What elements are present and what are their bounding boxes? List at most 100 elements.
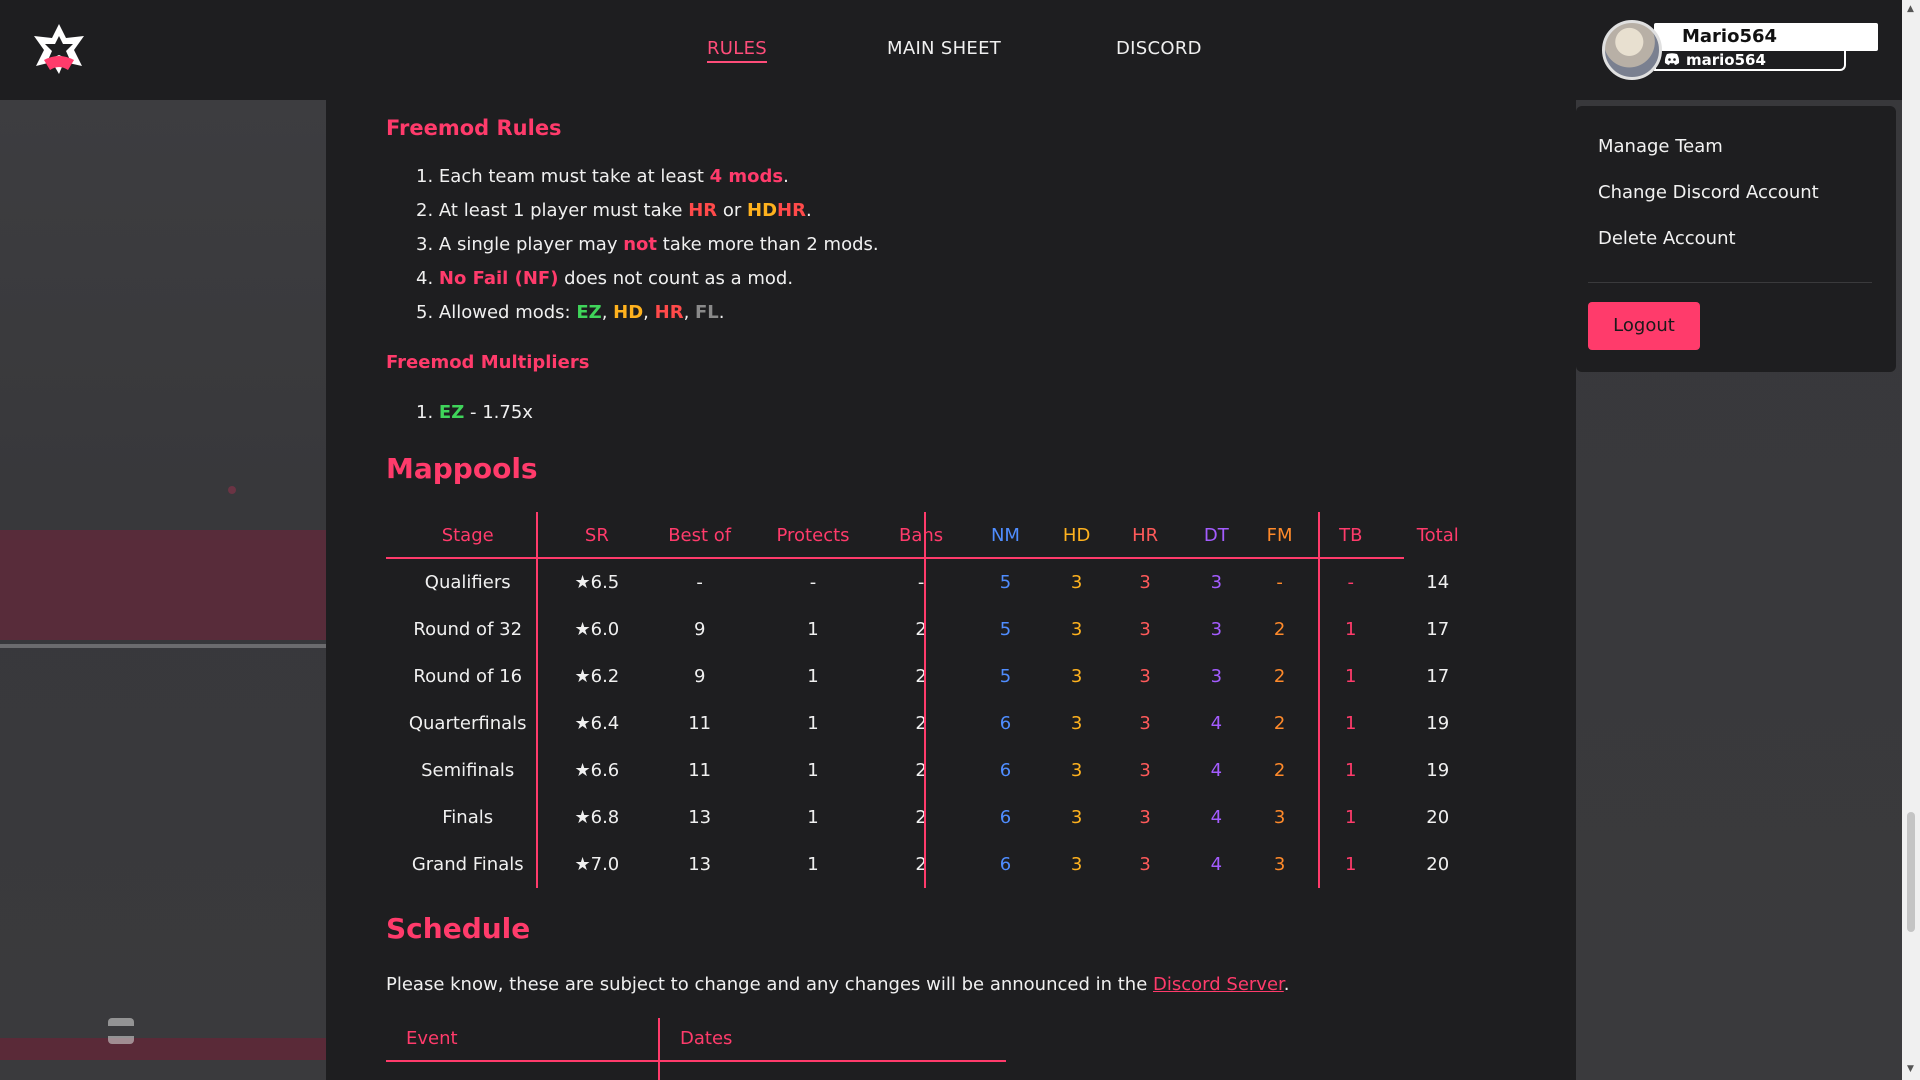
user-discord-badge: mario564 bbox=[1654, 51, 1846, 71]
list-item: 2. At least 1 player must take HR or HDH… bbox=[416, 200, 812, 221]
nav-rules[interactable]: RULES bbox=[707, 38, 768, 63]
cell-dt: 4 bbox=[1210, 807, 1223, 828]
cell-hr: 3 bbox=[1139, 713, 1151, 734]
cell-tb: - bbox=[1347, 572, 1355, 593]
list-item: 4. No Fail (NF) does not count as a mod. bbox=[416, 268, 794, 289]
scroll-up-icon[interactable]: ▲ bbox=[1907, 4, 1914, 14]
background-shape bbox=[108, 1018, 134, 1044]
schedule-table-header: Event Dates bbox=[386, 1018, 1006, 1062]
background-dot bbox=[228, 486, 236, 494]
avatar[interactable] bbox=[1602, 20, 1662, 80]
cell-hr: 3 bbox=[1139, 760, 1151, 781]
cell-stage: Qualifiers bbox=[424, 572, 511, 593]
cell-bans: 2 bbox=[915, 619, 927, 640]
cell-protects: 1 bbox=[807, 807, 819, 828]
column-header-hr: HR bbox=[1132, 525, 1159, 546]
cell-tb: 1 bbox=[1345, 666, 1357, 687]
cell-nm: 6 bbox=[999, 713, 1012, 734]
cell-dt: 4 bbox=[1210, 760, 1223, 781]
cell-stage: Round of 16 bbox=[413, 666, 523, 687]
schedule-table-divider bbox=[658, 1018, 660, 1080]
cell-protects: 1 bbox=[807, 713, 819, 734]
cell-hd: 3 bbox=[1070, 760, 1083, 781]
table-row: Round of 32 ★6.0 9 1 2 5 3 3 3 2 1 17 bbox=[386, 606, 1449, 653]
menu-item-manage-team[interactable]: Manage Team bbox=[1598, 136, 1723, 157]
cell-total: 20 bbox=[1426, 854, 1450, 875]
cell-total: 17 bbox=[1426, 666, 1450, 687]
column-header-fm: FM bbox=[1266, 525, 1293, 546]
cell-hd: 3 bbox=[1070, 572, 1083, 593]
cell-stage: Round of 32 bbox=[413, 619, 523, 640]
table-row: Round of 16 ★6.2 9 1 2 5 3 3 3 2 1 17 bbox=[386, 653, 1449, 700]
cell-sr: ★7.0 bbox=[574, 854, 620, 875]
cell-bans: 2 bbox=[915, 666, 927, 687]
column-header-sr: SR bbox=[584, 525, 609, 546]
cell-protects: 1 bbox=[807, 619, 819, 640]
cell-dt: 4 bbox=[1210, 713, 1223, 734]
schedule-note: Please know, these are subject to change… bbox=[386, 974, 1290, 995]
column-header-nm: NM bbox=[990, 525, 1020, 546]
cell-nm: 5 bbox=[999, 666, 1012, 687]
schedule-heading: Schedule bbox=[386, 912, 531, 945]
cell-protects: - bbox=[809, 572, 817, 593]
scroll-down-icon[interactable]: ▼ bbox=[1907, 1064, 1914, 1074]
cell-stage: Quarterfinals bbox=[408, 713, 527, 734]
cell-total: 20 bbox=[1426, 807, 1450, 828]
column-header-dt: DT bbox=[1203, 525, 1229, 546]
menu-item-delete-account[interactable]: Delete Account bbox=[1598, 228, 1736, 249]
cell-hd: 3 bbox=[1070, 807, 1083, 828]
cell-tb: 1 bbox=[1345, 854, 1357, 875]
cell-total: 14 bbox=[1426, 572, 1450, 593]
table-row: Finals ★6.8 13 1 2 6 3 3 4 3 1 20 bbox=[386, 794, 1449, 841]
cell-hd: 3 bbox=[1070, 619, 1083, 640]
freemod-rules-list: 1. Each team must take at least 4 mods. … bbox=[416, 160, 879, 330]
cell-hd: 3 bbox=[1070, 713, 1083, 734]
table-row: Grand Finals ★7.0 13 1 2 6 3 3 4 3 1 20 bbox=[386, 841, 1449, 888]
cell-dt: 3 bbox=[1210, 619, 1223, 640]
cell-sr: ★6.2 bbox=[574, 666, 620, 687]
top-header: RULES MAIN SHEET DISCORD Mario564 mario5… bbox=[0, 0, 1920, 100]
freemod-rules-heading: Freemod Rules bbox=[386, 116, 562, 140]
cell-hd: 3 bbox=[1070, 854, 1083, 875]
schedule-col-event: Event bbox=[406, 1028, 458, 1049]
cell-hr: 3 bbox=[1139, 666, 1151, 687]
background-band bbox=[0, 530, 326, 640]
cell-sr: ★6.6 bbox=[574, 760, 620, 781]
scrollbar-thumb[interactable] bbox=[1907, 812, 1915, 932]
discord-server-link[interactable]: Discord Server bbox=[1153, 974, 1284, 995]
cell-bans: - bbox=[917, 572, 925, 593]
discord-icon bbox=[1664, 53, 1680, 65]
cell-fm: 2 bbox=[1273, 760, 1286, 781]
rules-content: Freemod Rules 1. Each team must take at … bbox=[326, 100, 1576, 1080]
column-header-stage: Stage bbox=[441, 525, 494, 546]
cell-fm: 3 bbox=[1273, 807, 1286, 828]
user-name: Mario564 bbox=[1654, 23, 1878, 51]
cell-fm: 2 bbox=[1273, 619, 1286, 640]
schedule-col-dates: Dates bbox=[680, 1028, 733, 1049]
user-menu[interactable]: Mario564 mario564 bbox=[1602, 18, 1882, 82]
cell-total: 17 bbox=[1426, 619, 1450, 640]
freemod-multipliers-heading: Freemod Multipliers bbox=[386, 352, 590, 373]
user-discord-name: mario564 bbox=[1686, 51, 1766, 69]
cell-tb: 1 bbox=[1345, 760, 1357, 781]
cell-protects: 1 bbox=[807, 854, 819, 875]
table-header-row: Stage SR Best of Protects Bans NM HD HR DT FM TB To… bbox=[386, 512, 1459, 559]
menu-item-change-discord[interactable]: Change Discord Account bbox=[1598, 182, 1819, 203]
cell-protects: 1 bbox=[807, 760, 819, 781]
cell-fm: - bbox=[1276, 572, 1283, 593]
logout-button[interactable]: Logout bbox=[1588, 302, 1700, 350]
cell-nm: 6 bbox=[999, 760, 1012, 781]
cell-hr: 3 bbox=[1139, 854, 1151, 875]
cell-hr: 3 bbox=[1139, 619, 1151, 640]
mappools-table: Stage SR Best of Protects Bans NM HD HR DT FM TB To… bbox=[386, 512, 1459, 888]
table-divider bbox=[1318, 512, 1320, 888]
nav-discord[interactable]: DISCORD bbox=[1116, 38, 1202, 59]
user-dropdown-menu: Manage Team Change Discord Account Delet… bbox=[1576, 106, 1896, 372]
nav-main-sheet[interactable]: MAIN SHEET bbox=[887, 38, 1001, 59]
cell-nm: 6 bbox=[999, 807, 1012, 828]
list-item: 3. A single player may not take more tha… bbox=[416, 234, 879, 255]
menu-divider bbox=[1588, 282, 1872, 283]
cell-hd: 3 bbox=[1070, 666, 1083, 687]
page-scrollbar[interactable]: ▲ ▼ bbox=[1902, 0, 1920, 1080]
list-item: 5. Allowed mods: EZ, HD, HR, FL. bbox=[416, 302, 725, 323]
